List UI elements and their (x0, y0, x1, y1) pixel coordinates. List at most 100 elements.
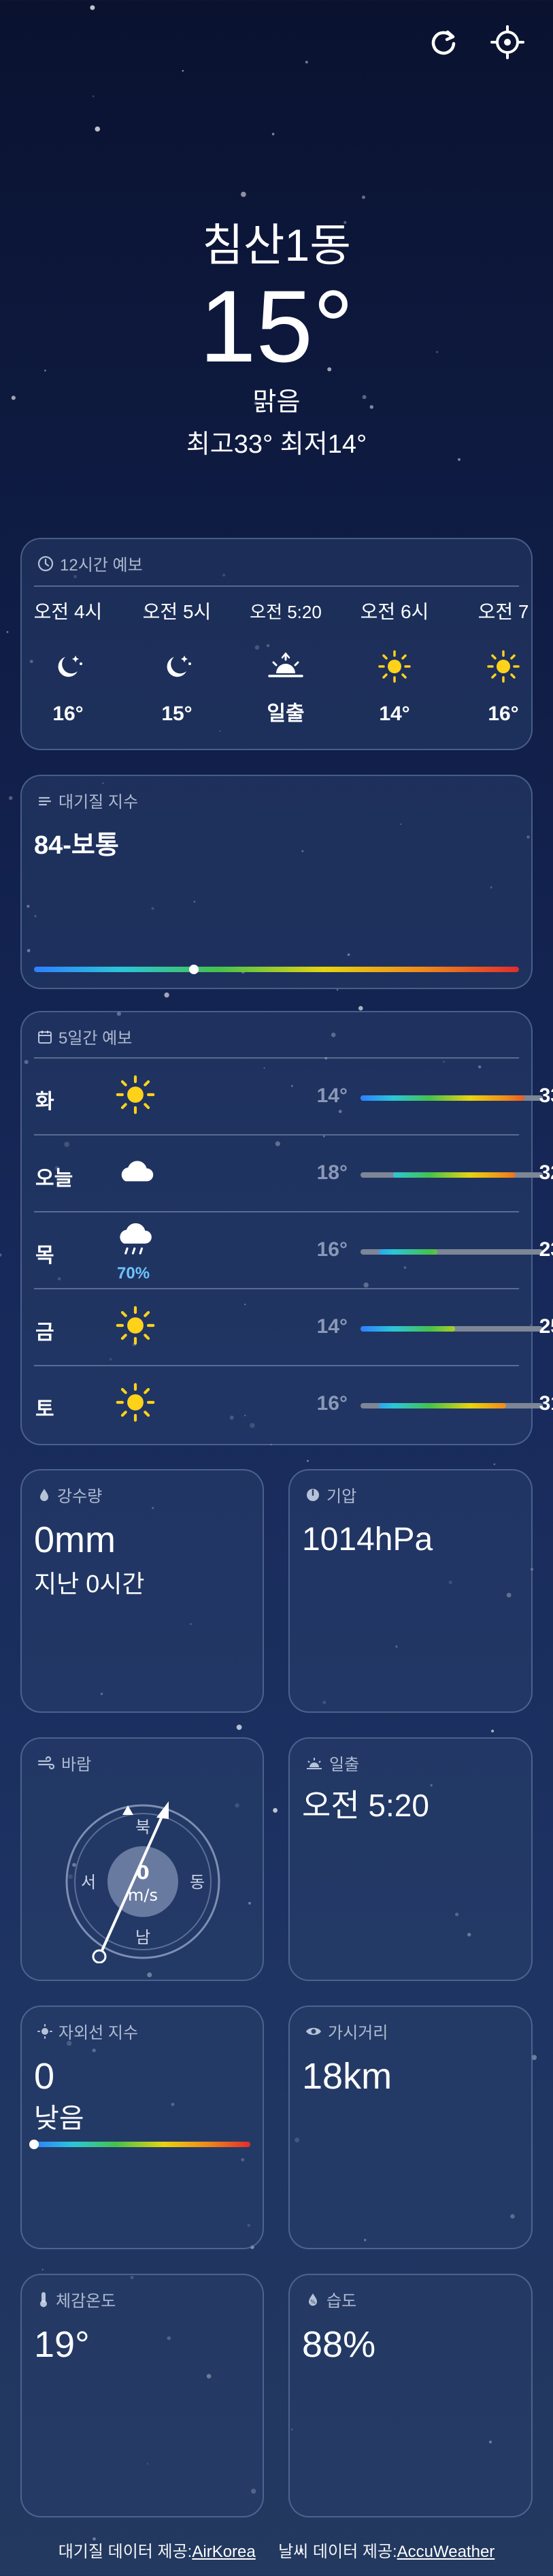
daily-row: 토 16° 31° (23, 1366, 553, 1443)
hourly-item: 오전 7 16° (456, 600, 531, 726)
airkorea-link[interactable]: AirKorea (192, 2543, 255, 2561)
star (41, 2268, 44, 2271)
star (0, 1253, 2, 1257)
refresh-button[interactable] (422, 20, 465, 64)
hourly-item: 오전 4시 16° (22, 600, 116, 726)
weather-data-label: 날씨 데이터 제공: (278, 2543, 397, 2561)
star (92, 95, 95, 97)
feels-like-value: 19° (34, 2324, 90, 2365)
moon-stars-icon (129, 643, 224, 690)
pressure-card[interactable]: 기압 1014hPa (288, 1469, 533, 1713)
low-temp: 14° (316, 1084, 348, 1107)
card-header: 자외선 지수 (37, 2019, 138, 2043)
daily-row: 목 70% 16° 23° (23, 1212, 553, 1289)
daily-row: 금 14° 25° (23, 1289, 553, 1366)
hourly-item: 오전 6시 14° (347, 600, 442, 726)
thermometer-icon (40, 2291, 47, 2307)
star (271, 133, 275, 135)
sun-icon (116, 1306, 155, 1345)
daily-row: 오늘 18° 32° (23, 1136, 553, 1212)
hourly-time: 오전 6시 (360, 601, 429, 622)
visibility-card[interactable]: 가시거리 18km (288, 2006, 533, 2249)
card-header: 일출 (305, 1751, 359, 1775)
precipitation-value: 0mm (34, 1519, 116, 1560)
uv-level-text: 낮음 (34, 2104, 84, 2134)
hourly-item: 오전 5시 15° (129, 600, 224, 726)
low-temp: 16° (316, 1392, 348, 1415)
accuweather-link[interactable]: AccuWeather (397, 2543, 495, 2561)
star (362, 195, 365, 199)
star (8, 796, 13, 801)
card-title: 대기질 지수 (58, 793, 139, 811)
precipitation-note: 지난 0시간 (34, 1570, 145, 1598)
star (90, 5, 95, 10)
card-title: 자외선 지수 (58, 2024, 139, 2042)
air-quality-value: 84-보통 (34, 831, 119, 860)
star (182, 69, 184, 72)
daily-forecast-card[interactable]: 5일간 예보 화 14° 33° 오늘 18° 32° 목 70% 16° 23… (20, 1011, 553, 1445)
low-temp: 14° (316, 1315, 348, 1338)
card-header: 대기질 지수 (37, 788, 138, 812)
compass-south: 남 (135, 1928, 150, 1947)
star (491, 1729, 495, 1733)
sunrise-icon (238, 643, 333, 690)
star (493, 1463, 496, 1466)
air-quality-indicator (189, 965, 199, 974)
star (358, 1005, 363, 1011)
rain-cloud-icon (120, 1223, 152, 1255)
gauge-icon (307, 1488, 319, 1501)
svg-text:%: % (310, 2299, 316, 2305)
temp-range-fill (361, 1326, 456, 1332)
high-temp: 23° (539, 1238, 553, 1261)
high-temp: 31° (539, 1392, 553, 1415)
precipitation-card[interactable]: 강수량 0mm 지난 0시간 (20, 1469, 264, 1713)
day-label: 오늘 (35, 1168, 73, 1190)
sun-icon (116, 1075, 155, 1114)
high-temp: 33° (539, 1084, 553, 1107)
uv-index-card[interactable]: 자외선 지수 0 낮음 (20, 2006, 264, 2249)
card-header: 바람 (37, 1751, 91, 1775)
low-temp: 16° (316, 1238, 348, 1261)
card-title: 가시거리 (328, 2024, 388, 2042)
day-label: 화 (35, 1091, 54, 1113)
card-header: % 습도 (305, 2287, 356, 2311)
hourly-time: 오전 7 (477, 601, 529, 622)
wind-lines-icon (38, 796, 52, 805)
daily-row: 화 14° 33° (23, 1059, 553, 1136)
refresh-icon (431, 30, 456, 55)
air-quality-card[interactable]: 대기질 지수 84-보통 (20, 775, 533, 989)
card-header: 가시거리 (305, 2019, 388, 2043)
card-header: 강수량 (37, 1483, 102, 1507)
humidity-card[interactable]: % 습도 88% (288, 2274, 533, 2517)
cloud-icon (121, 1161, 154, 1182)
card-title: 일출 (329, 1756, 360, 1774)
low-temp: 18° (316, 1161, 348, 1184)
hourly-forecast-card[interactable]: 12시간 예보 오전 4시 16° 오전 5시 15° 오전 5:20 일출 오… (20, 538, 533, 750)
card-header: 체감온도 (37, 2287, 116, 2311)
humidity-value: 88% (302, 2324, 376, 2365)
weather-condition: 맑음 (252, 388, 301, 417)
feels-like-card[interactable]: 체감온도 19° (20, 2274, 264, 2517)
uv-scale (34, 2142, 250, 2147)
droplet-icon (40, 1488, 48, 1501)
star (307, 1460, 309, 1462)
wind-icon (37, 1756, 55, 1769)
divider (34, 585, 519, 587)
sunrise-value: 오전 5:20 (302, 1788, 429, 1823)
sun-icon (456, 643, 531, 690)
day-label: 목 (35, 1244, 54, 1267)
high-low-temperature: 최고33° 최저14° (186, 430, 367, 459)
card-header: 12시간 예보 (37, 551, 143, 575)
sunrise-card[interactable]: 일출 오전 5:20 (288, 1737, 533, 1981)
current-location-button[interactable] (486, 20, 529, 64)
card-title: 체감온도 (56, 2292, 116, 2311)
uv-value: 0 (34, 2056, 55, 2097)
air-data-label: 대기질 데이터 제공: (58, 2543, 192, 2561)
card-title: 12시간 예보 (60, 556, 143, 575)
star (336, 988, 339, 991)
card-header: 5일간 예보 (37, 1025, 132, 1048)
star (6, 631, 9, 633)
wind-card[interactable]: 바람 북 남 동 서 0 m/s (20, 1737, 264, 1981)
card-title: 5일간 예보 (58, 1029, 133, 1048)
hourly-item: 오전 5:20 일출 (238, 600, 333, 726)
